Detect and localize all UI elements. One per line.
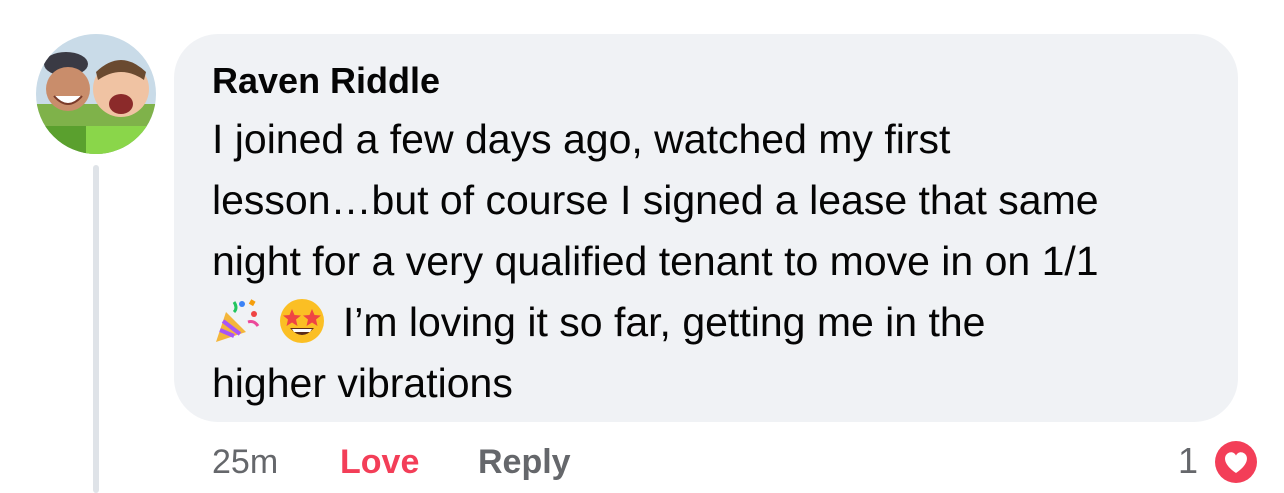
comment-thread: Raven Riddle I joined a few days ago, wa… xyxy=(0,0,1284,493)
party-popper-icon xyxy=(216,299,260,342)
comment-text-line: I’m loving it so far, getting me in the xyxy=(342,299,986,345)
thread-connector-line xyxy=(93,165,99,493)
love-button[interactable]: Love xyxy=(340,440,419,484)
comment-text-line: I joined a few days ago, watched my firs… xyxy=(212,116,951,162)
comment-author-name[interactable]: Raven Riddle xyxy=(212,61,440,101)
star-struck-icon xyxy=(280,299,325,343)
comment-text-line: lesson…but of course I signed a lease th… xyxy=(212,177,1099,223)
comment-bubble: Raven Riddle I joined a few days ago, wa… xyxy=(174,34,1238,422)
love-heart-icon xyxy=(1212,438,1260,486)
reaction-count: 1 xyxy=(1178,440,1199,481)
comment-text-line-with-emoji: I’m loving it so far, getting me in the xyxy=(212,292,1212,353)
comment-text-line: night for a very qualified tenant to mov… xyxy=(212,238,1099,284)
comment-text: I joined a few days ago, watched my firs… xyxy=(212,109,1212,414)
comment-timestamp[interactable]: 25m xyxy=(212,440,278,484)
avatar[interactable] xyxy=(36,34,156,154)
comment-text-line: higher vibrations xyxy=(212,360,513,406)
reply-button[interactable]: Reply xyxy=(478,440,571,484)
